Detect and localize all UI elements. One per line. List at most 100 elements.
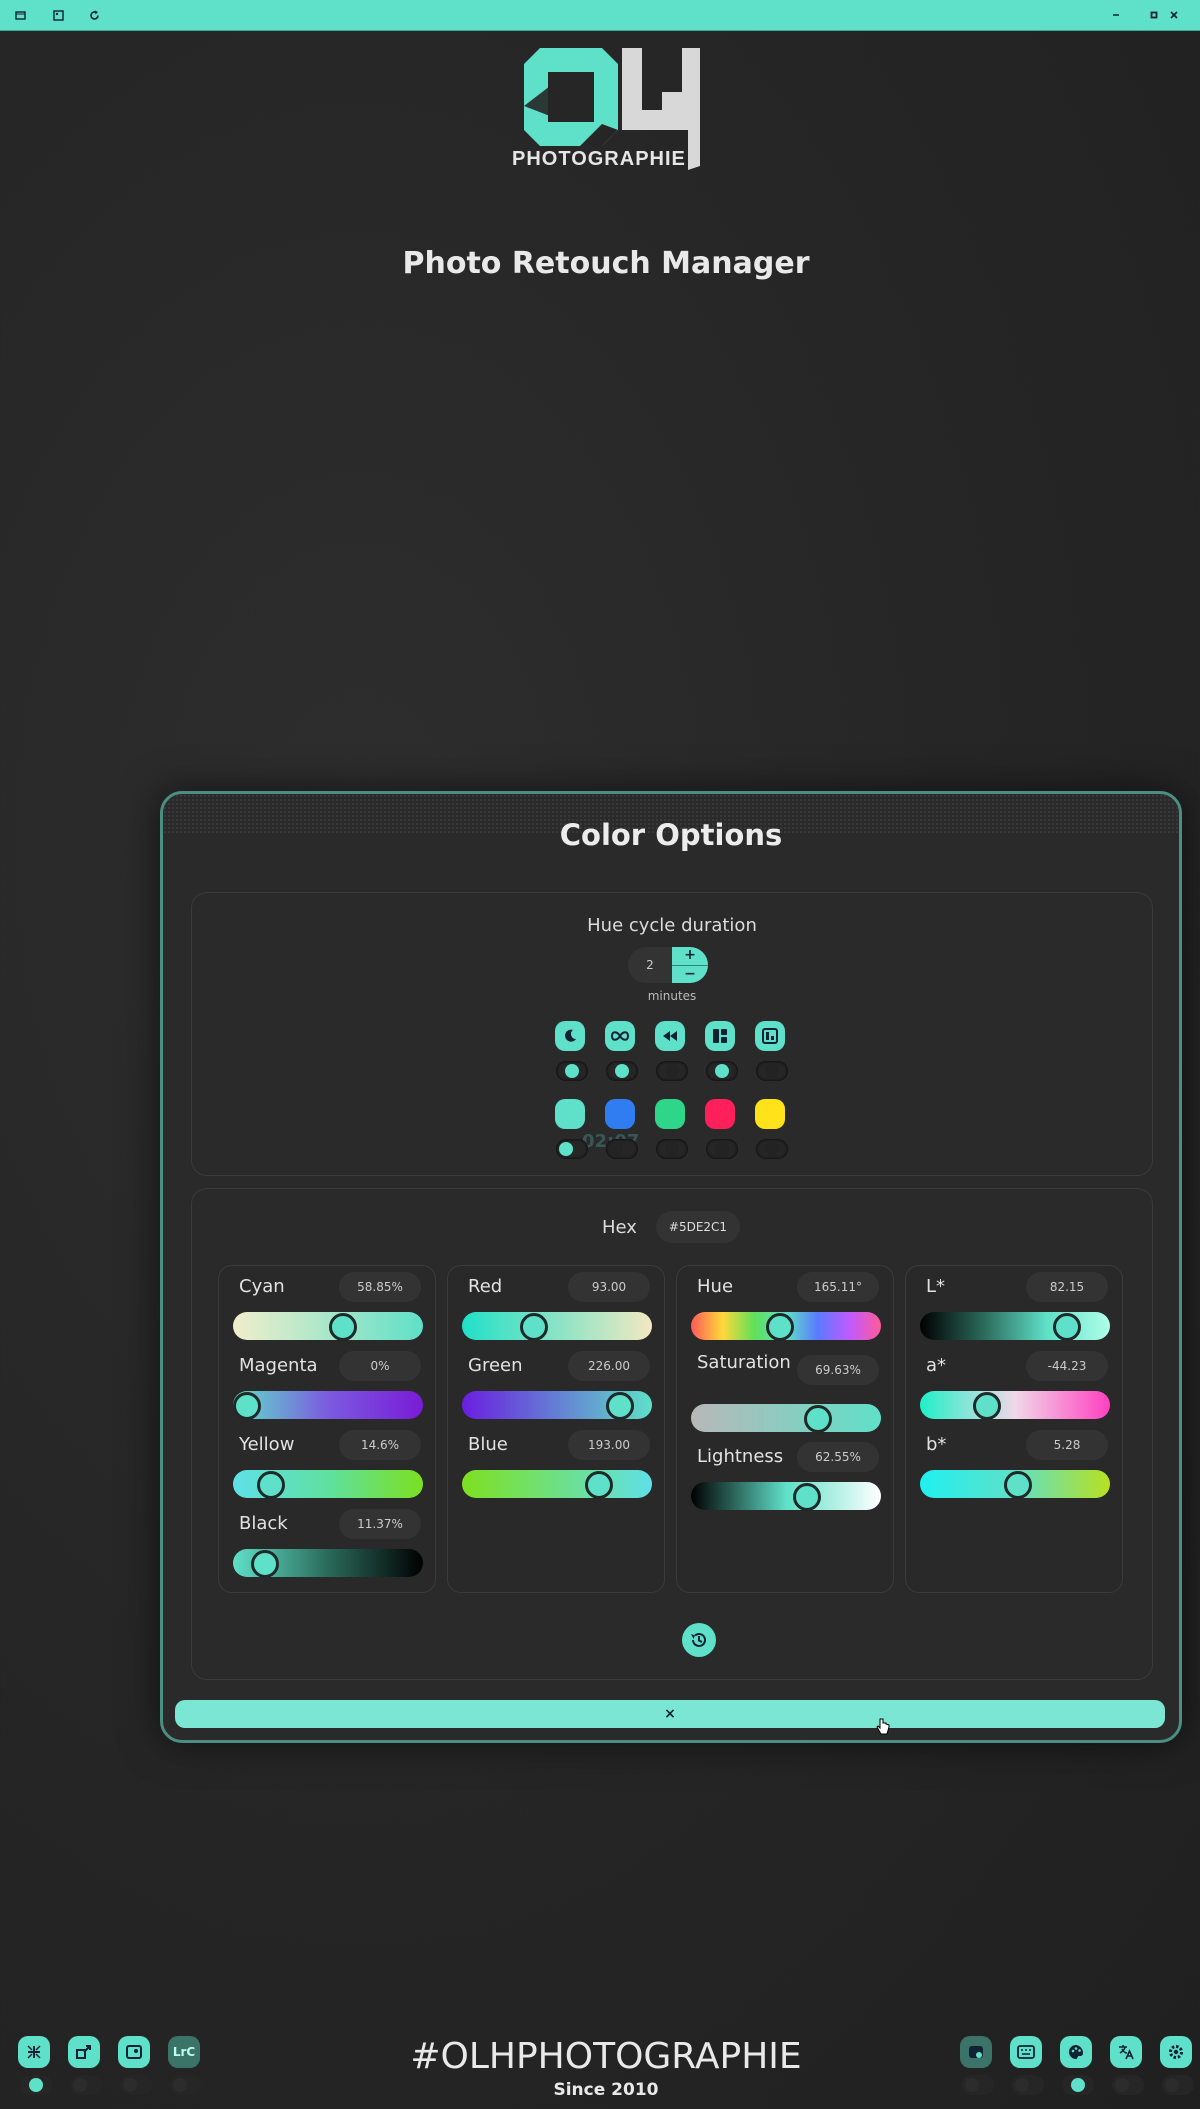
red-slider[interactable] bbox=[462, 1312, 652, 1341]
app-menu-icon[interactable] bbox=[12, 7, 28, 23]
saturation-value[interactable]: 69.63% bbox=[797, 1355, 879, 1385]
photo-edit-icon[interactable] bbox=[960, 2036, 992, 2068]
a-star-slider[interactable] bbox=[920, 1391, 1110, 1420]
swatch-blue[interactable] bbox=[605, 1099, 635, 1129]
slider-thumb[interactable] bbox=[606, 1392, 634, 1420]
swatch-yellow-toggle[interactable] bbox=[756, 1139, 788, 1159]
slider-thumb[interactable] bbox=[329, 1313, 357, 1341]
slider-thumb[interactable] bbox=[1053, 1313, 1081, 1341]
title-bar bbox=[0, 0, 1200, 31]
moon-toggle[interactable] bbox=[556, 1061, 588, 1081]
translate-icon[interactable] bbox=[1110, 2036, 1142, 2068]
minimize-icon[interactable] bbox=[1108, 7, 1124, 23]
swatch-red[interactable] bbox=[705, 1099, 735, 1129]
keyboard-icon[interactable] bbox=[1010, 2036, 1042, 2068]
slider-thumb[interactable] bbox=[257, 1471, 285, 1499]
slider-thumb[interactable] bbox=[585, 1471, 613, 1499]
lightness-slider[interactable] bbox=[691, 1482, 881, 1511]
expand-icon[interactable] bbox=[68, 2036, 100, 2068]
swatch-teal-toggle[interactable] bbox=[556, 1139, 588, 1159]
rewind-toggle[interactable] bbox=[656, 1061, 688, 1081]
hue-value[interactable]: 165.11° bbox=[797, 1272, 879, 1302]
slider-thumb[interactable] bbox=[251, 1550, 279, 1578]
b-star-value[interactable]: 5.28 bbox=[1026, 1430, 1108, 1460]
red-label: Red bbox=[468, 1276, 503, 1297]
lightness-value[interactable]: 62.55% bbox=[797, 1442, 879, 1472]
swatch-green-toggle[interactable] bbox=[656, 1139, 688, 1159]
hue-slider[interactable] bbox=[691, 1312, 881, 1341]
history-icon[interactable] bbox=[682, 1623, 716, 1657]
swatch-yellow[interactable] bbox=[755, 1099, 785, 1129]
dock-toggle-3[interactable] bbox=[120, 2075, 152, 2095]
photo-icon[interactable] bbox=[118, 2036, 150, 2068]
palette-icon[interactable] bbox=[1060, 2036, 1092, 2068]
blue-value[interactable]: 193.00 bbox=[568, 1430, 650, 1460]
slider-thumb[interactable] bbox=[804, 1405, 832, 1433]
image-icon[interactable] bbox=[50, 7, 66, 23]
yellow-value[interactable]: 14.6% bbox=[339, 1430, 421, 1460]
close-panel-button[interactable]: × bbox=[175, 1700, 1165, 1728]
b-star-label: b* bbox=[926, 1434, 947, 1455]
green-slider[interactable] bbox=[462, 1391, 652, 1420]
swatch-red-toggle[interactable] bbox=[706, 1139, 738, 1159]
dock-toggle-1[interactable] bbox=[20, 2075, 52, 2095]
black-slider[interactable] bbox=[233, 1549, 423, 1578]
maximize-icon[interactable] bbox=[1146, 7, 1162, 23]
decrement-button[interactable]: − bbox=[672, 966, 708, 983]
layout-alt-toggle[interactable] bbox=[756, 1061, 788, 1081]
slider-thumb[interactable] bbox=[1004, 1471, 1032, 1499]
moon-icon[interactable] bbox=[555, 1021, 585, 1051]
slider-thumb[interactable] bbox=[520, 1313, 548, 1341]
dock-toggle-7[interactable] bbox=[1062, 2075, 1094, 2095]
hue-cycle-box: Hue cycle duration 2 + − minutes bbox=[191, 892, 1153, 1176]
cyan-value[interactable]: 58.85% bbox=[339, 1272, 421, 1302]
layout-alt-icon[interactable] bbox=[755, 1021, 785, 1051]
slider-thumb[interactable] bbox=[233, 1392, 261, 1420]
settings-icon[interactable] bbox=[1160, 2036, 1192, 2068]
green-value[interactable]: 226.00 bbox=[568, 1351, 650, 1381]
infinity-icon[interactable] bbox=[605, 1021, 635, 1051]
magenta-label: Magenta bbox=[239, 1355, 318, 1376]
dock-toggle-6[interactable] bbox=[1012, 2075, 1044, 2095]
slider-thumb[interactable] bbox=[793, 1483, 821, 1511]
slider-thumb[interactable] bbox=[766, 1313, 794, 1341]
rewind-icon[interactable] bbox=[655, 1021, 685, 1051]
stepper-buttons: + − bbox=[672, 947, 708, 983]
l-star-value[interactable]: 82.15 bbox=[1026, 1272, 1108, 1302]
slider-thumb[interactable] bbox=[973, 1392, 1001, 1420]
l-star-slider[interactable] bbox=[920, 1312, 1110, 1341]
rgb-column: Red 93.00 Green 226.00 Blue 193.00 bbox=[447, 1265, 665, 1593]
infinity-toggle[interactable] bbox=[606, 1061, 638, 1081]
layout-icon[interactable] bbox=[705, 1021, 735, 1051]
close-icon[interactable] bbox=[1166, 7, 1182, 23]
saturation-slider[interactable] bbox=[691, 1404, 881, 1433]
l-star-label: L* bbox=[926, 1276, 946, 1297]
a-star-value[interactable]: -44.23 bbox=[1026, 1351, 1108, 1381]
refresh-icon[interactable] bbox=[86, 7, 102, 23]
hex-input[interactable]: #5DE2C1 bbox=[656, 1211, 740, 1243]
swatch-blue-toggle[interactable] bbox=[606, 1139, 638, 1159]
dock-toggle-9[interactable] bbox=[1162, 2075, 1194, 2095]
black-value[interactable]: 11.37% bbox=[339, 1509, 421, 1539]
b-star-slider[interactable] bbox=[920, 1470, 1110, 1499]
red-value[interactable]: 93.00 bbox=[568, 1272, 650, 1302]
blue-label: Blue bbox=[468, 1434, 508, 1455]
hue-cycle-value[interactable]: 2 bbox=[628, 947, 672, 983]
dock-toggle-4[interactable] bbox=[170, 2075, 202, 2095]
dock-toggle-8[interactable] bbox=[1112, 2075, 1144, 2095]
magenta-slider[interactable] bbox=[233, 1391, 423, 1420]
hue-cycle-unit: minutes bbox=[647, 989, 697, 1003]
dock-toggle-2[interactable] bbox=[70, 2075, 102, 2095]
magenta-value[interactable]: 0% bbox=[339, 1351, 421, 1381]
swatch-teal[interactable] bbox=[555, 1099, 585, 1129]
increment-button[interactable]: + bbox=[672, 947, 708, 966]
hue-cycle-stepper: 2 + − bbox=[628, 947, 712, 983]
lightroom-icon[interactable]: LrC bbox=[168, 2036, 200, 2068]
layout-toggle[interactable] bbox=[706, 1061, 738, 1081]
dock-toggle-5[interactable] bbox=[962, 2075, 994, 2095]
yellow-slider[interactable] bbox=[233, 1470, 423, 1499]
collapse-icon[interactable] bbox=[18, 2036, 50, 2068]
cyan-slider[interactable] bbox=[233, 1312, 423, 1341]
swatch-green[interactable] bbox=[655, 1099, 685, 1129]
blue-slider[interactable] bbox=[462, 1470, 652, 1499]
